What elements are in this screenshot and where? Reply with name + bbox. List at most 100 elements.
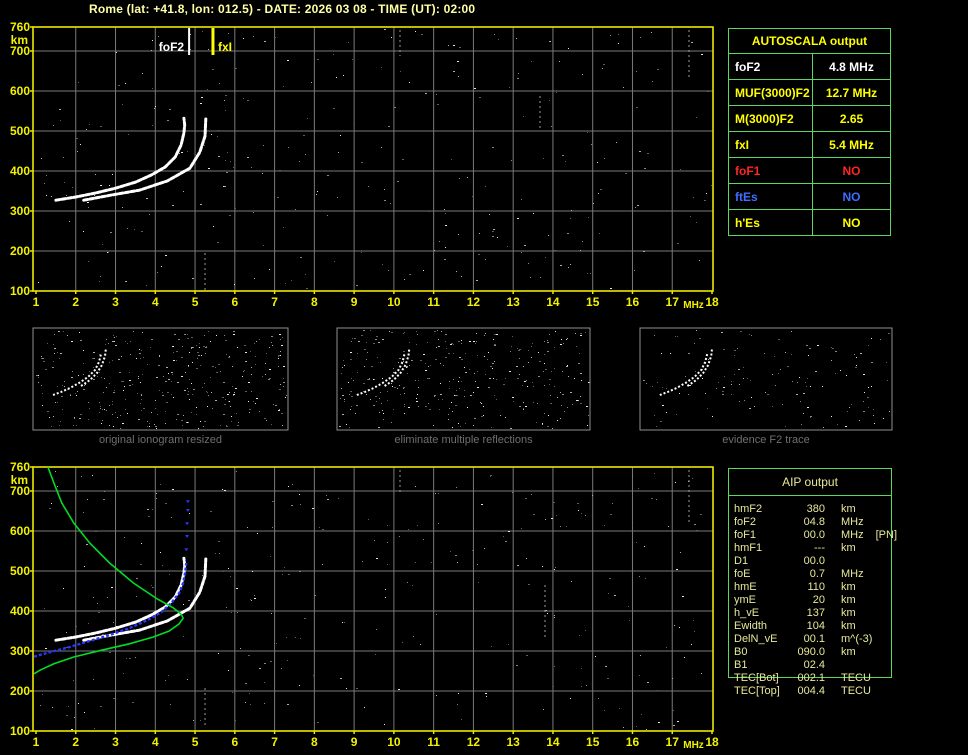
plot-noise-dot	[219, 83, 220, 84]
plot-noise-dot	[314, 152, 315, 153]
thumbnail-noise-dot	[191, 348, 192, 349]
plot-noise-dot	[590, 273, 591, 274]
thumbnail-noise-dot	[155, 408, 156, 409]
thumbnail-noise-dot	[528, 350, 529, 351]
plot-noise-dot	[429, 211, 430, 212]
thumbnail-noise-dot	[430, 365, 431, 366]
plot-noise-dot	[343, 75, 344, 76]
plot-noise-dot	[250, 704, 251, 705]
plot-noise-dot	[374, 540, 375, 541]
thumbnail-noise-dot	[125, 409, 126, 410]
thumbnail-noise-dot	[350, 359, 352, 360]
plot-noise-dot	[271, 613, 272, 614]
thumbnail-noise-dot	[158, 365, 160, 366]
thumbnail-noise-dot	[72, 371, 73, 372]
thumbnail-noise-dot	[351, 406, 352, 407]
thumbnail-noise-dot	[196, 407, 197, 408]
plot-noise-dot	[313, 675, 314, 676]
plot-noise-dot	[322, 529, 324, 530]
thumbnail-noise-dot	[440, 383, 441, 384]
plot-noise-dot	[225, 95, 227, 96]
aip-row-label: hmE	[734, 581, 757, 593]
plot-noise-dot	[299, 685, 300, 686]
thumbnail-noise-dot	[216, 335, 217, 336]
thumbnail-noise-dot	[391, 422, 392, 423]
plot-noise-dot	[604, 525, 605, 526]
thumbnail-noise-dot	[528, 362, 529, 363]
thumbnail-noise-dot	[172, 374, 173, 375]
plot-noise-dot	[679, 627, 680, 628]
thumbnail-noise-dot	[646, 383, 647, 384]
thumbnail-noise-dot	[88, 419, 89, 420]
thumbnail-noise-dot	[491, 427, 492, 428]
thumbnail-noise-dot	[104, 409, 105, 410]
thumbnail-noise-dot	[464, 367, 465, 368]
thumbnail-noise-dot	[171, 372, 173, 373]
thumbnail-noise-dot	[109, 425, 110, 426]
thumbnail-noise-dot	[407, 367, 408, 368]
plot-noise-dot	[451, 159, 452, 160]
thumbnail-noise-dot	[778, 373, 779, 374]
thumbnail-noise-dot	[407, 373, 408, 374]
thumbnail-noise-dot	[113, 392, 115, 393]
plot-noise-dot	[264, 663, 266, 664]
plot-noise-dot	[461, 276, 462, 277]
plot-noise-dot	[229, 215, 231, 216]
thumbnail-noise-dot	[567, 365, 568, 366]
thumbnail-noise-dot	[137, 393, 138, 394]
thumbnail-noise-dot	[181, 420, 183, 421]
thumbnail-noise-dot	[782, 404, 783, 405]
thumbnail-noise-dot	[269, 347, 270, 348]
plot-noise-dot	[314, 595, 316, 596]
thumbnail-noise-dot	[438, 399, 439, 400]
x-tick-label: 9	[351, 295, 358, 309]
thumbnail-noise-dot	[473, 341, 475, 342]
thumbnail-noise-dot	[675, 336, 676, 337]
plot-noise-dot	[46, 175, 47, 176]
thumbnail-noise-dot	[449, 388, 450, 389]
thumbnail-noise-dot	[342, 367, 343, 368]
plot-noise-dot	[284, 567, 285, 568]
plot-noise-dot	[346, 688, 347, 689]
plot-noise-dot	[459, 47, 461, 48]
plot-noise-dot	[125, 281, 127, 282]
thumbnail-noise-dot	[831, 416, 832, 417]
thumbnail-noise-dot	[103, 392, 104, 393]
plot-noise-dot	[381, 147, 382, 148]
thumbnail-noise-dot	[524, 381, 526, 382]
thumbnail-noise-dot	[245, 391, 247, 392]
thumbnail-noise-dot	[83, 363, 84, 364]
plot-noise-dot	[201, 97, 203, 98]
thumbnail-noise-dot	[218, 364, 220, 365]
plot-noise-dot	[113, 622, 114, 623]
plot-noise-dot	[162, 565, 163, 566]
thumbnail-noise-dot	[887, 380, 888, 381]
thumbnail-noise-dot	[477, 387, 479, 388]
thumbnail-noise-dot	[670, 353, 671, 354]
plot-noise-dot	[118, 85, 120, 86]
thumbnail-noise-dot	[451, 343, 453, 344]
aip-row-label: Ewidth	[734, 620, 768, 632]
plot-noise-dot	[46, 195, 47, 196]
thumbnail-noise-dot	[859, 420, 860, 421]
thumbnail-noise-dot	[538, 352, 539, 353]
plot-noise-dot	[274, 37, 276, 38]
plot-noise-dot	[141, 231, 143, 232]
autoscala-row-value: NO	[842, 215, 861, 230]
thumbnail-noise-dot	[142, 332, 143, 333]
x-tick-label: 2	[72, 295, 79, 309]
thumbnail-noise-dot	[255, 364, 256, 365]
thumbnail-noise-dot	[168, 379, 170, 380]
plot-noise-dot	[263, 145, 264, 146]
thumbnail-noise-dot	[461, 359, 463, 360]
thumbnail-noise-dot	[78, 375, 79, 376]
aip-row-unit: km	[841, 607, 856, 619]
thumbnail-noise-dot	[245, 361, 247, 362]
thumbnail-noise-dot	[264, 418, 266, 419]
thumbnail-noise-dot	[473, 392, 474, 393]
plot-noise-dot	[439, 241, 440, 242]
plot-noise-dot	[704, 200, 706, 201]
thumbnail-noise-dot	[380, 392, 381, 393]
thumbnail-noise-dot	[734, 374, 735, 375]
thumbnail-noise-dot	[59, 425, 60, 426]
